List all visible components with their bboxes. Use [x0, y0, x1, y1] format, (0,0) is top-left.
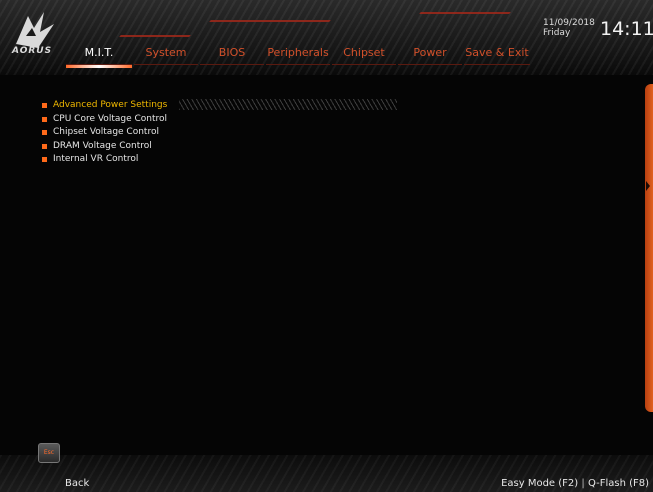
tab-peripherals[interactable]: Peripherals	[266, 44, 330, 65]
tab-chipset[interactable]: Chipset	[332, 44, 396, 65]
menu-item-dram-voltage-control[interactable]: DRAM Voltage Control	[42, 140, 167, 154]
menu-item-label: Internal VR Control	[53, 154, 139, 164]
bullet-icon	[42, 103, 47, 108]
menu-item-internal-vr-control[interactable]: Internal VR Control	[42, 153, 167, 167]
selection-highlight	[179, 99, 397, 110]
menu-item-cpu-core-voltage-control[interactable]: CPU Core Voltage Control	[42, 113, 167, 127]
back-label[interactable]: Back	[65, 478, 89, 490]
settings-menu: Advanced Power Settings CPU Core Voltage…	[42, 99, 397, 167]
bullet-icon	[42, 130, 47, 135]
bullet-icon	[42, 116, 47, 122]
tab-bios[interactable]: BIOS	[200, 44, 264, 65]
tab-system[interactable]: System	[134, 44, 198, 65]
tab-save-exit[interactable]: Save & Exit	[464, 44, 530, 65]
time-display: 14:11	[600, 18, 653, 40]
decor-stripe	[209, 20, 331, 22]
menu-item-advanced-power-settings[interactable]: Advanced Power Settings	[42, 99, 397, 113]
bullet-icon	[42, 157, 47, 162]
menu-item-chipset-voltage-control[interactable]: Chipset Voltage Control	[42, 126, 167, 140]
date-text: 11/09/2018	[543, 18, 595, 28]
menu-item-label: CPU Core Voltage Control	[53, 113, 168, 124]
decor-stripe	[419, 12, 511, 14]
decor-stripe	[119, 35, 191, 37]
tab-power[interactable]: Power	[398, 44, 462, 65]
bullet-icon	[42, 143, 47, 149]
date-display: 11/09/2018 Friday	[543, 18, 595, 38]
tab-mit[interactable]: M.I.T.	[66, 44, 132, 68]
menu-item-label: Chipset Voltage Control	[53, 127, 159, 137]
side-panel-toggle[interactable]	[645, 84, 653, 412]
chevron-right-icon	[646, 181, 650, 191]
day-text: Friday	[543, 28, 571, 38]
esc-key-button[interactable]: Esc	[38, 443, 60, 463]
footer-shortcuts: Easy Mode (F2) | Q-Flash (F8)	[501, 478, 649, 490]
easy-mode-link[interactable]: Easy Mode (F2)	[501, 478, 578, 489]
aorus-logo-text: AORUS	[12, 46, 53, 56]
menu-item-label: Advanced Power Settings	[53, 100, 168, 110]
footer-separator: |	[581, 478, 585, 489]
qflash-link[interactable]: Q-Flash (F8)	[588, 478, 649, 489]
menu-item-label: DRAM Voltage Control	[53, 140, 152, 151]
